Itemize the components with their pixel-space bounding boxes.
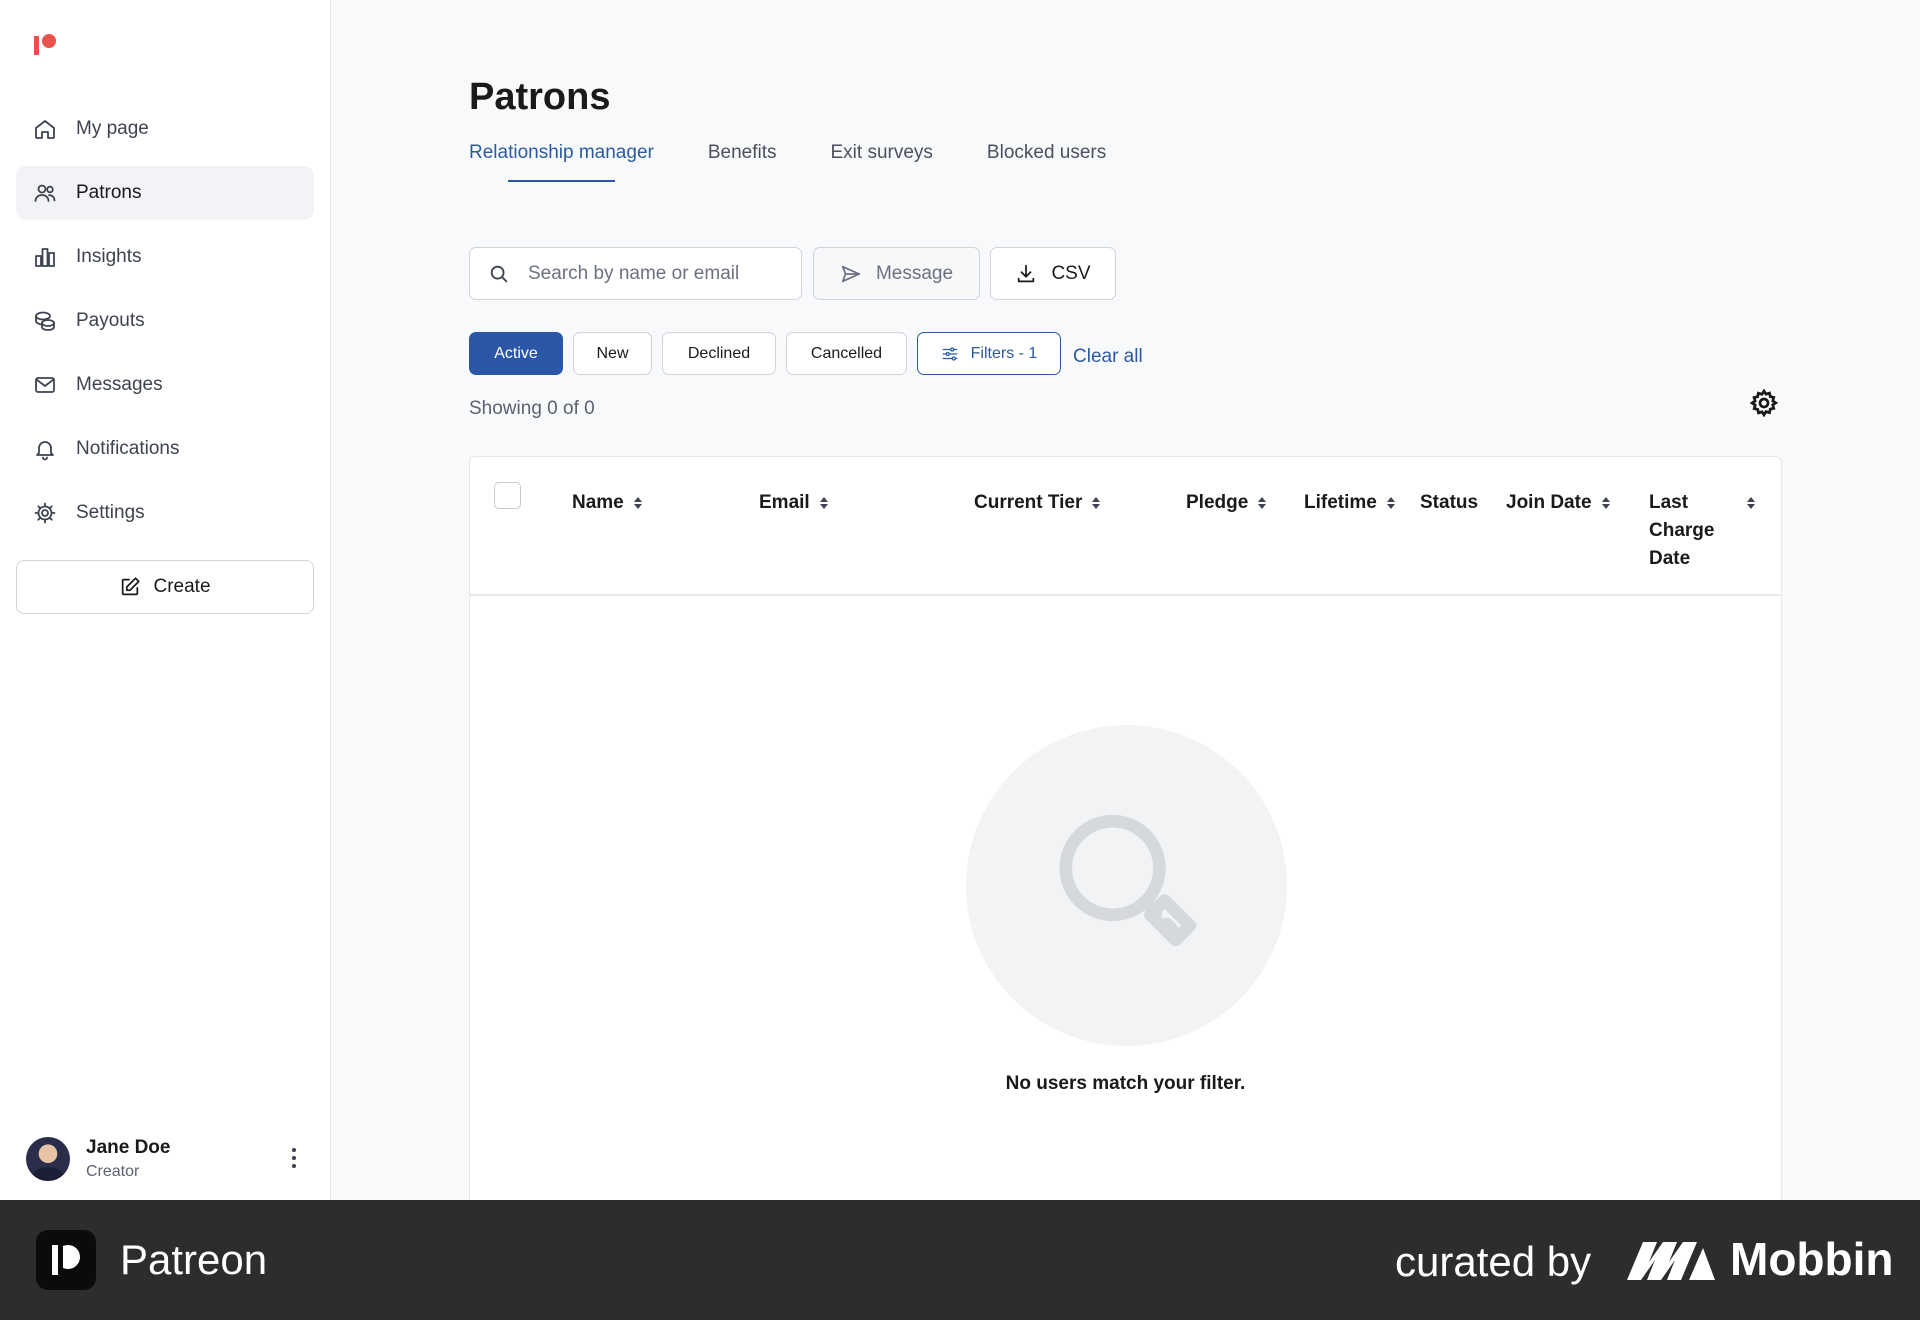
- results-count: Showing 0 of 0: [469, 398, 595, 419]
- table-settings-gear-icon[interactable]: [1749, 388, 1779, 418]
- sort-icon: [1092, 497, 1101, 509]
- sidebar-item-label: Payouts: [76, 310, 145, 331]
- column-label: Status: [1420, 492, 1479, 513]
- column-header-email[interactable]: Email: [759, 489, 828, 517]
- edit-icon: [122, 577, 141, 596]
- avatar[interactable]: [26, 1137, 70, 1181]
- sidebar-item-settings[interactable]: Settings: [16, 486, 314, 540]
- chip-active[interactable]: Active: [469, 332, 563, 375]
- sort-icon: [1386, 497, 1395, 509]
- bar-chart-icon: [32, 244, 58, 270]
- sidebar-item-patrons[interactable]: Patrons: [16, 166, 314, 220]
- empty-state-message: No users match your filter.: [1005, 1073, 1246, 1094]
- chip-cancelled[interactable]: Cancelled: [786, 332, 907, 375]
- sort-icon: [633, 497, 642, 509]
- column-header-join-date[interactable]: Join Date: [1506, 489, 1610, 517]
- footer-banner: Patreon curated by Mobbin: [0, 1200, 1920, 1320]
- page-title: Patrons: [469, 76, 611, 118]
- sort-icon[interactable]: [1747, 497, 1755, 509]
- create-label: Create: [153, 576, 211, 597]
- tab-exit-surveys[interactable]: Exit surveys: [831, 142, 933, 176]
- tab-relationship-manager[interactable]: Relationship manager: [469, 142, 654, 182]
- curator-name: Mobbin: [1730, 1233, 1894, 1285]
- home-icon: [32, 116, 58, 142]
- sidebar: My page Patrons Insights Payouts Message…: [0, 0, 331, 1200]
- search-box[interactable]: [469, 247, 802, 300]
- status-filter-chips: Active New Declined Cancelled Filters - …: [469, 332, 1143, 375]
- create-button[interactable]: Create: [16, 560, 314, 614]
- sidebar-item-label: Settings: [76, 502, 145, 523]
- empty-state-illustration: [966, 725, 1287, 1046]
- tab-blocked-users[interactable]: Blocked users: [987, 142, 1106, 176]
- download-icon: [1018, 264, 1035, 282]
- column-label: Pledge: [1186, 492, 1249, 513]
- patreon-app-icon: [36, 1230, 96, 1290]
- filters-label: Filters - 1: [970, 344, 1038, 362]
- send-icon: [841, 265, 861, 282]
- column-label: Lifetime: [1304, 492, 1377, 513]
- sort-icon: [819, 497, 828, 509]
- tab-benefits[interactable]: Benefits: [708, 142, 777, 176]
- message-button[interactable]: Message: [813, 247, 980, 300]
- sidebar-item-label: My page: [76, 118, 149, 139]
- sliders-icon: [942, 346, 958, 361]
- sidebar-item-label: Insights: [76, 246, 142, 267]
- patrons-table: Name Email Current Tier Pledge Lifetime …: [469, 456, 1782, 1200]
- curated-by-text: curated by: [1395, 1238, 1592, 1285]
- chip-declined[interactable]: Declined: [662, 332, 776, 375]
- csv-download-button[interactable]: CSV: [990, 247, 1116, 300]
- user-profile[interactable]: Jane Doe Creator: [26, 1135, 306, 1183]
- column-header-last-charge-date[interactable]: Last Charge Date: [1649, 489, 1729, 573]
- sidebar-item-label: Messages: [76, 374, 163, 395]
- magnifier-icon: [1059, 814, 1196, 946]
- sort-icon: [1601, 497, 1610, 509]
- filters-button[interactable]: Filters - 1: [917, 332, 1061, 375]
- sidebar-item-label: Notifications: [76, 438, 180, 459]
- sidebar-nav: My page Patrons Insights Payouts Message…: [16, 102, 314, 550]
- mail-icon: [32, 372, 58, 398]
- column-header-lifetime[interactable]: Lifetime: [1304, 489, 1395, 517]
- sort-icon: [1258, 497, 1267, 509]
- sidebar-item-payouts[interactable]: Payouts: [16, 294, 314, 348]
- column-header-status: Status: [1420, 489, 1478, 517]
- brand-name: Patreon: [120, 1236, 268, 1283]
- sidebar-item-insights[interactable]: Insights: [16, 230, 314, 284]
- sidebar-item-my-page[interactable]: My page: [16, 102, 314, 156]
- coins-icon: [32, 308, 58, 334]
- column-label: Join Date: [1506, 492, 1592, 513]
- column-header-current-tier[interactable]: Current Tier: [974, 489, 1101, 517]
- users-icon: [32, 180, 58, 206]
- patreon-logo-icon[interactable]: [34, 34, 58, 56]
- select-all-checkbox[interactable]: [494, 482, 521, 509]
- bell-icon: [32, 436, 58, 462]
- more-options-icon[interactable]: [282, 1143, 306, 1173]
- gear-icon: [32, 500, 58, 526]
- column-label: Name: [572, 492, 624, 513]
- search-input[interactable]: [528, 262, 788, 285]
- user-name: Jane Doe: [86, 1137, 171, 1158]
- column-label: Last Charge Date: [1649, 492, 1715, 569]
- sidebar-item-label: Patrons: [76, 182, 142, 203]
- chip-new[interactable]: New: [573, 332, 652, 375]
- message-label: Message: [875, 262, 954, 284]
- column-header-pledge[interactable]: Pledge: [1186, 489, 1267, 517]
- user-role: Creator: [86, 1163, 140, 1180]
- column-label: Email: [759, 492, 810, 513]
- sidebar-item-messages[interactable]: Messages: [16, 358, 314, 412]
- search-icon: [490, 265, 508, 282]
- column-header-name[interactable]: Name: [572, 489, 642, 517]
- sidebar-item-notifications[interactable]: Notifications: [16, 422, 314, 476]
- mobbin-logo-icon: [1627, 1242, 1715, 1280]
- csv-label: CSV: [1051, 262, 1091, 284]
- tabs: Relationship manager Benefits Exit surve…: [469, 142, 1106, 182]
- clear-all-link[interactable]: Clear all: [1073, 346, 1143, 368]
- table-header: Name Email Current Tier Pledge Lifetime …: [470, 457, 1781, 596]
- column-label: Current Tier: [974, 492, 1083, 513]
